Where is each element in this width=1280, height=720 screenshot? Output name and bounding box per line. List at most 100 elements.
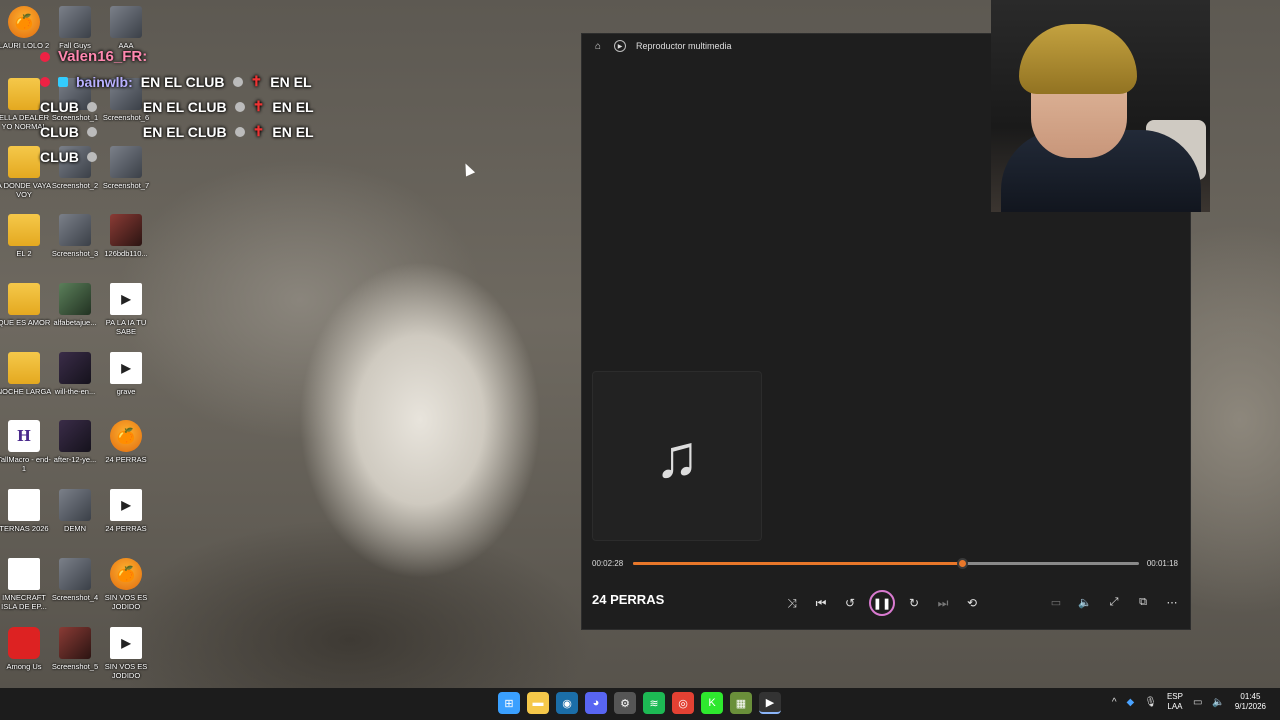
desktop-icon-label: Screenshot_7 — [102, 181, 150, 190]
mini-player-icon[interactable]: ⧉ — [1133, 592, 1153, 612]
network-icon[interactable]: ▭ — [1193, 697, 1202, 708]
desktop-icon[interactable]: ▶ grave — [98, 352, 154, 396]
language-code: ESP — [1166, 692, 1183, 701]
chat-message: EN EL CLUB — [140, 73, 225, 90]
chat-emote-icon: ✝ — [252, 98, 265, 114]
more-options-icon[interactable]: ⋯ — [1162, 592, 1182, 612]
folder-icon — [8, 283, 40, 315]
desktop-icon[interactable]: ▶ PA LA IA TU SABE — [98, 283, 154, 336]
windows-start-icon[interactable]: ⊞ — [498, 692, 520, 714]
desktop-icon[interactable]: after-12-ye... — [47, 420, 103, 464]
minecraft-icon[interactable]: ▦ — [730, 692, 752, 714]
repeat-off-icon[interactable]: ⟲ — [962, 593, 982, 613]
home-icon[interactable]: ⌂ — [592, 40, 604, 52]
desktop-icon[interactable]: NOCHE LARGA — [0, 352, 52, 396]
desktop-icon-label: 24 PERRAS — [105, 524, 147, 533]
rewind-10-icon[interactable]: ↺ — [840, 593, 860, 613]
desktop-icon[interactable]: QUE ES AMOR — [0, 283, 52, 327]
file-icon — [110, 214, 142, 246]
file-explorer-icon[interactable]: ▬ — [527, 692, 549, 714]
time-elapsed: 00:02:28 — [592, 559, 624, 568]
fl-studio-icon: 🍊 — [110, 558, 142, 590]
shuffle-icon[interactable]: ⤨ — [782, 593, 802, 613]
song-title: 24 PERRAS — [592, 592, 665, 607]
time-remaining: 00:01:18 — [1146, 559, 1178, 568]
chat-message: EN EL — [272, 98, 314, 115]
chat-message: CLUB — [40, 98, 79, 115]
seek-bar-fill — [633, 562, 962, 565]
clock[interactable]: 01:45 9/1/2026 — [1235, 692, 1266, 712]
chat-message: CLUB — [40, 123, 79, 140]
desktop-icon-label: SIN VOS ES JODIDO — [104, 593, 148, 611]
chevron-up-icon[interactable]: ^ — [1112, 697, 1117, 708]
seek-bar[interactable] — [633, 558, 1139, 569]
previous-track-icon[interactable]: ⏮ — [811, 593, 831, 613]
desktop-icon[interactable]: alfabetajue... — [47, 283, 103, 327]
desktop-icon[interactable]: ▶ SIN VOS ES JODIDO — [98, 627, 154, 680]
desktop-icon-label: DEMN — [63, 524, 87, 533]
desktop-icon[interactable]: Screenshot_5 — [47, 627, 103, 671]
file-icon — [59, 283, 91, 315]
desktop-icon[interactable]: ▶ 24 PERRAS — [98, 489, 154, 533]
spotify-icon[interactable]: ≋ — [643, 692, 665, 714]
chat-overlay: Valen16_FR: bainwlb: EN EL CLUB ✝ EN EL … — [40, 44, 360, 169]
desktop-icon[interactable]: H TallMacro - end-1 — [0, 420, 52, 473]
forward-30-icon[interactable]: ↻ — [904, 593, 924, 613]
chat-emote-icon — [232, 76, 243, 87]
desktop-icon[interactable]: DEMN — [47, 489, 103, 533]
fullscreen-icon[interactable]: ⤢ — [1104, 592, 1124, 612]
taskbar: ⊞ ▬ ◉ ◕ ⚙ ≋ ◎ K ▦ ▶ ^ ◆ 🎙 ESP LAA ▭ 🔈 01:45 9/1/2… — [0, 688, 1280, 720]
chrome-icon[interactable]: ◎ — [672, 692, 694, 714]
desktop-icon-label: alfabetajue... — [53, 318, 97, 327]
language-indicator[interactable]: ESP LAA — [1167, 692, 1183, 712]
desktop-icon-label: NOCHE LARGA — [0, 387, 52, 396]
desktop-icon[interactable]: 🍊 24 PERRAS — [98, 420, 154, 464]
media-player-icon[interactable]: ▶ — [759, 692, 781, 714]
desktop-icon[interactable]: Among Us — [0, 627, 52, 671]
album-art: ♫ — [592, 371, 762, 541]
media-file-icon: ▶ — [110, 627, 142, 659]
desktop-icon[interactable]: IMNECRAFT ISLA DE EP... — [0, 558, 52, 611]
security-icon[interactable]: ◆ — [1127, 697, 1135, 708]
microphone-icon[interactable]: 🎙 — [1144, 697, 1157, 708]
chat-message: EN EL — [270, 73, 312, 90]
pause-button[interactable]: ❚❚ — [869, 590, 895, 616]
desktop-icon[interactable]: Screenshot_3 — [47, 214, 103, 258]
file-icon — [59, 489, 91, 521]
chat-emote-icon — [86, 126, 97, 137]
desktop-icon[interactable]: TERNAS 2026 — [0, 489, 52, 533]
volume-icon[interactable]: 🔈 — [1212, 697, 1224, 708]
desktop-icon[interactable]: will-the-en... — [47, 352, 103, 396]
desktop-icon[interactable]: 🍊 SIN VOS ES JODIDO — [98, 558, 154, 611]
next-track-icon[interactable]: ⏭ — [933, 593, 953, 613]
player-extra-controls: ▭ 🔈 ⤢ ⧉ ⋯ — [1046, 592, 1182, 612]
desktop-icon-label: after-12-ye... — [53, 455, 97, 464]
chat-emote-icon — [86, 101, 97, 112]
desktop-icon[interactable]: EL 2 — [0, 214, 52, 258]
seek-bar-thumb[interactable] — [956, 558, 968, 569]
kick-icon[interactable]: K — [701, 692, 723, 714]
desktop-icon-label: Screenshot_2 — [51, 181, 99, 190]
keyboard-layout: LAA — [1167, 702, 1183, 711]
desktop-icon-label: 126bdb110... — [104, 249, 148, 258]
playback-controls: ⤨ ⏮ ↺ ❚❚ ↻ ⏭ ⟲ — [782, 590, 982, 616]
captions-icon[interactable]: ▭ — [1046, 592, 1066, 612]
clock-date: 9/1/2026 — [1234, 702, 1266, 711]
chat-badge-icon — [40, 51, 50, 62]
desktop-icon-label: PA LA IA TU SABE — [105, 318, 147, 336]
folder-icon — [8, 352, 40, 384]
desktop-icon[interactable]: Screenshot_4 — [47, 558, 103, 602]
person-beanie — [1019, 24, 1137, 94]
chat-message: EN EL CLUB — [142, 98, 227, 115]
desktop-icon-label: 24 PERRAS — [105, 455, 147, 464]
settings-icon[interactable]: ⚙ — [614, 692, 636, 714]
file-icon — [59, 558, 91, 590]
discord-icon[interactable]: ◕ — [585, 692, 607, 714]
volume-icon[interactable]: 🔈 — [1075, 592, 1095, 612]
steam-icon[interactable]: ◉ — [556, 692, 578, 714]
folder-icon — [8, 146, 40, 178]
desktop-icon[interactable]: 126bdb110... — [98, 214, 154, 258]
chat-emote-icon: ✝ — [250, 73, 263, 89]
desktop-icon-label: Among Us — [6, 662, 42, 671]
desktop-icon-label: will-the-en... — [54, 387, 96, 396]
